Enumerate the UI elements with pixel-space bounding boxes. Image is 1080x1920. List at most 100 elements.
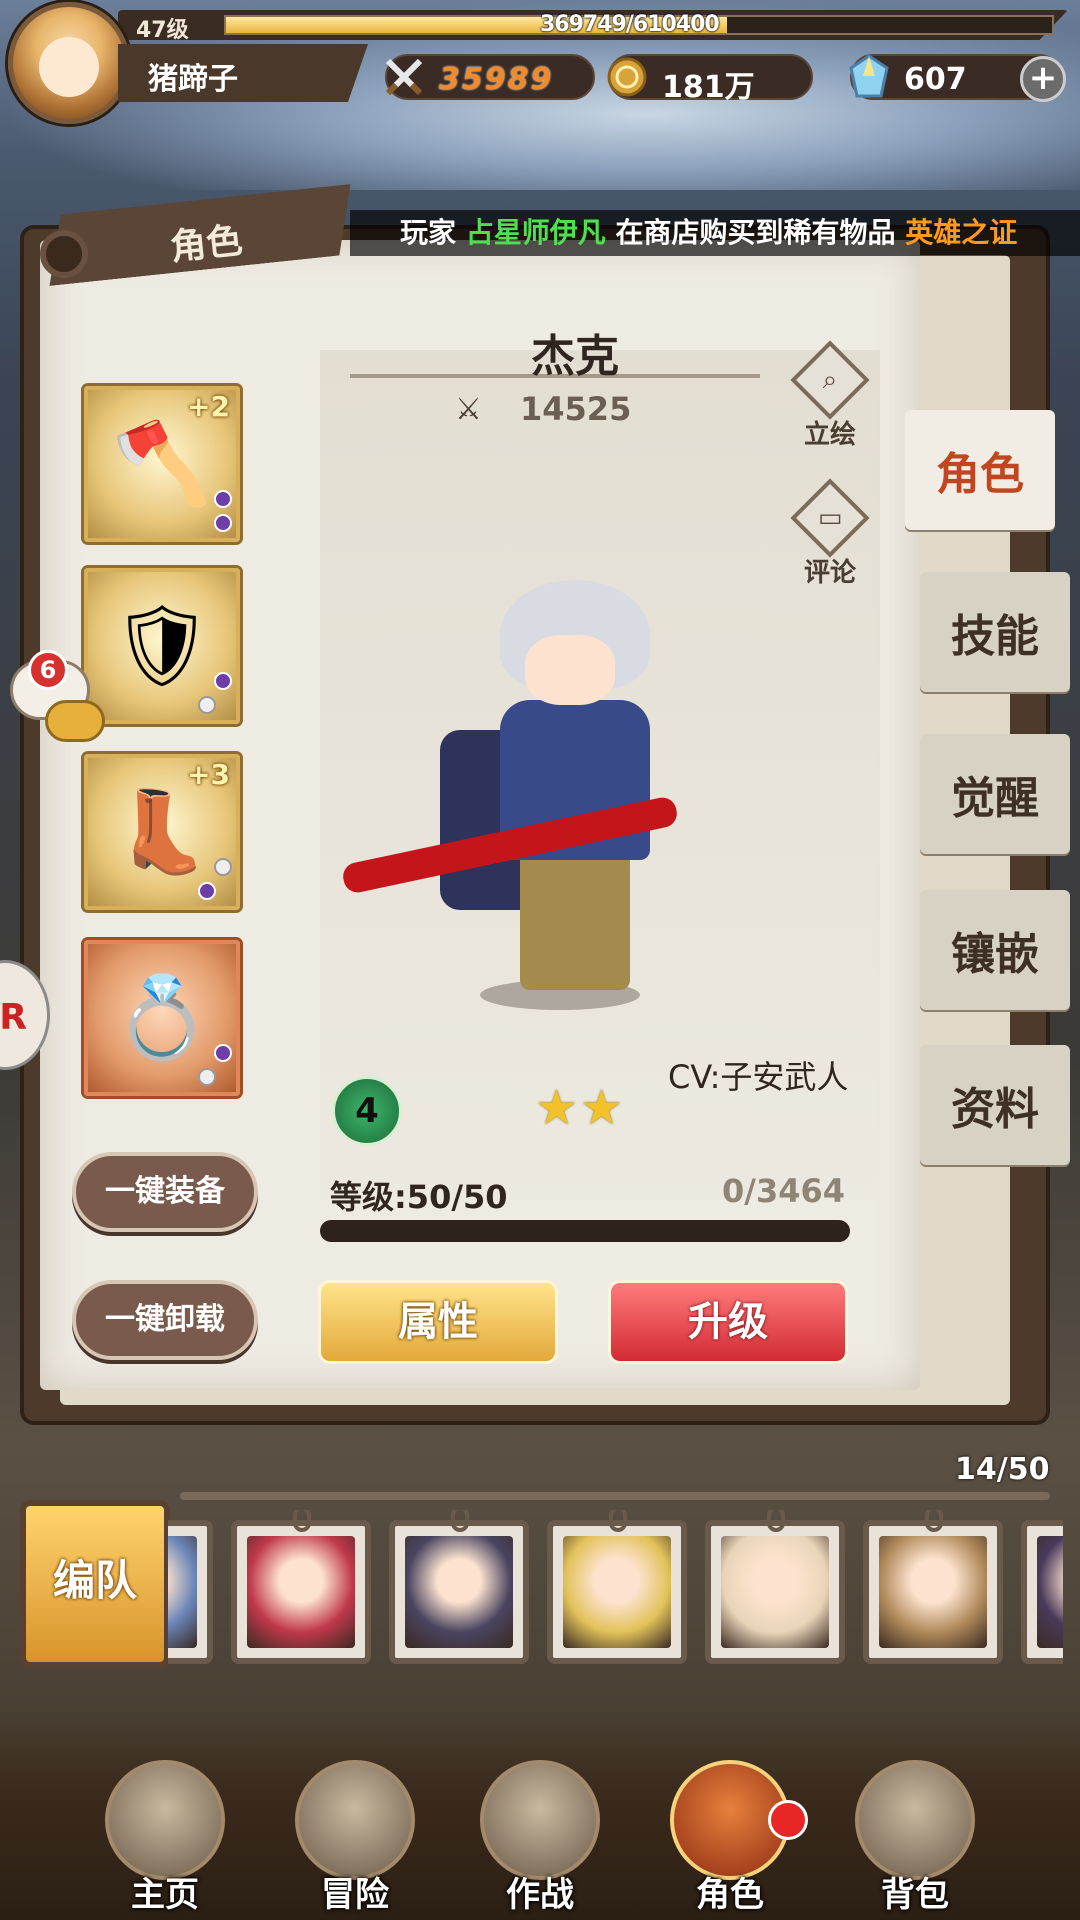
- unequip-all-button[interactable]: 一键卸载: [72, 1280, 258, 1360]
- portal-icon: [295, 1760, 415, 1880]
- nav-bag-label: 背包: [881, 1875, 949, 1915]
- nav-home[interactable]: 主页: [90, 1760, 240, 1920]
- character-power: 14525: [520, 390, 632, 428]
- gem-icon: [214, 514, 232, 532]
- hero-portrait: [721, 1536, 829, 1648]
- top-bar: 47级 369749/610400 猪蹄子 35989 181万 607 +: [0, 0, 1080, 130]
- rank-badge: 4: [332, 1076, 402, 1146]
- equip-all-button[interactable]: 一键装备: [72, 1152, 258, 1232]
- comment-button[interactable]: ▭ 评论: [790, 478, 870, 589]
- player-avatar[interactable]: [8, 2, 130, 124]
- hero-card[interactable]: [863, 1510, 1003, 1664]
- nav-character-label: 角色: [696, 1875, 764, 1915]
- ribbon-knot: [40, 230, 88, 278]
- section-title: 角色: [168, 220, 245, 269]
- chat-unread-badge: 6: [28, 650, 68, 690]
- crystal-icon: [844, 52, 894, 102]
- hero-card[interactable]: [547, 1510, 687, 1664]
- exp-bar: [320, 1220, 850, 1242]
- tab-awaken[interactable]: 觉醒: [920, 734, 1070, 854]
- power-value: 35989: [439, 62, 554, 97]
- nav-bag[interactable]: 背包: [840, 1760, 990, 1920]
- tab-profile[interactable]: 资料: [920, 1045, 1070, 1165]
- enhance-level: +3: [187, 758, 230, 791]
- axe-icon: 🪓: [112, 417, 212, 510]
- voice-actor: CV:子安武人: [668, 1058, 849, 1096]
- power-counter: 35989: [385, 54, 595, 100]
- hero-portrait: [247, 1536, 355, 1648]
- character-name: 杰克: [531, 331, 619, 382]
- nav-adventure-label: 冒险: [321, 1875, 389, 1915]
- level-label: 等级:50/50: [330, 1178, 508, 1216]
- announcement-ticker: 玩家 占星师伊凡 在商店购买到稀有物品 英雄之证: [350, 210, 1080, 256]
- card-hook: [293, 1510, 311, 1532]
- hero-card[interactable]: [1021, 1520, 1063, 1664]
- gem-icon: [214, 858, 232, 876]
- team-button[interactable]: 编队: [20, 1500, 170, 1668]
- add-gems-button[interactable]: +: [1020, 56, 1066, 102]
- equip-slot-boots[interactable]: 👢 +3: [84, 754, 240, 910]
- crossed-swords-icon: ⚔: [455, 392, 482, 427]
- nav-home-label: 主页: [131, 1875, 199, 1915]
- upgrade-button[interactable]: 升级: [608, 1280, 848, 1364]
- gem-icon: [214, 672, 232, 690]
- hero-card[interactable]: [231, 1510, 371, 1664]
- player-name: 猪蹄子: [148, 62, 238, 97]
- tab-inlay[interactable]: 镶嵌: [920, 890, 1070, 1010]
- attributes-button[interactable]: 属性: [318, 1280, 558, 1364]
- gold-coin-icon: [602, 52, 652, 102]
- hero-sprite[interactable]: [330, 580, 710, 1020]
- card-hook: [451, 1510, 469, 1532]
- hero-portrait: [563, 1536, 671, 1648]
- portrait-button[interactable]: ⌕ 立绘: [790, 340, 870, 451]
- equip-slot-ring[interactable]: 💍: [84, 940, 240, 1096]
- nav-adventure[interactable]: 冒险: [280, 1760, 430, 1920]
- gold-counter: 181万: [607, 54, 813, 105]
- hero-portrait: [168, 1536, 197, 1648]
- hero-card[interactable]: [168, 1520, 213, 1664]
- player-level: 47级: [136, 18, 189, 43]
- ticker-middle: 在商店购买到稀有物品: [615, 216, 896, 249]
- castle-icon: [105, 1760, 225, 1880]
- backpack-icon: [855, 1760, 975, 1880]
- enhance-level: +2: [187, 390, 230, 423]
- gem-icon: [214, 1044, 232, 1062]
- ticker-prefix: 玩家: [400, 216, 457, 249]
- equip-slot-weapon[interactable]: 🪓 +2: [84, 386, 240, 542]
- exp-text: 0/3464: [722, 1172, 846, 1210]
- magnifier-icon: ⌕: [790, 340, 870, 420]
- tab-skills[interactable]: 技能: [920, 572, 1070, 692]
- ticker-item: 英雄之证: [905, 216, 1018, 249]
- gem-value: 607: [904, 62, 967, 97]
- boots-icon: 👢: [112, 785, 212, 878]
- roster-list[interactable]: [168, 1510, 1063, 1670]
- comment-icon: ▭: [790, 478, 870, 558]
- crossed-swords-icon: [379, 52, 429, 102]
- ticker-player: 占星师伊凡: [465, 216, 606, 249]
- gem-icon: [214, 490, 232, 508]
- gold-value: 181万: [662, 70, 755, 105]
- nav-character[interactable]: 角色: [655, 1760, 805, 1920]
- gem-icon: [198, 696, 216, 714]
- chat-bubble-icon: [45, 700, 105, 742]
- ring-icon: 💍: [112, 971, 212, 1064]
- hero-card[interactable]: [705, 1510, 845, 1664]
- hero-face: [525, 635, 615, 705]
- warrior-icon: [480, 1760, 600, 1880]
- hero-portrait: [405, 1536, 513, 1648]
- equip-slot-armor[interactable]: 🛡: [84, 568, 240, 724]
- hero-portrait: [1037, 1536, 1063, 1648]
- gem-icon: [198, 882, 216, 900]
- gem-counter: 607 +: [849, 54, 1066, 102]
- tab-character[interactable]: 角色: [905, 410, 1055, 530]
- card-hook: [925, 1510, 943, 1532]
- nav-battle[interactable]: 作战: [465, 1760, 615, 1920]
- hero-card[interactable]: [389, 1510, 529, 1664]
- roster-count: 14/50: [955, 1452, 1050, 1487]
- hero-portrait: [879, 1536, 987, 1648]
- xp-text: 369749/610400: [540, 12, 720, 37]
- r-logo-icon: R: [0, 997, 27, 1038]
- notification-dot: [768, 1800, 808, 1840]
- armor-icon: 🛡: [111, 599, 213, 692]
- gem-icon: [198, 1068, 216, 1086]
